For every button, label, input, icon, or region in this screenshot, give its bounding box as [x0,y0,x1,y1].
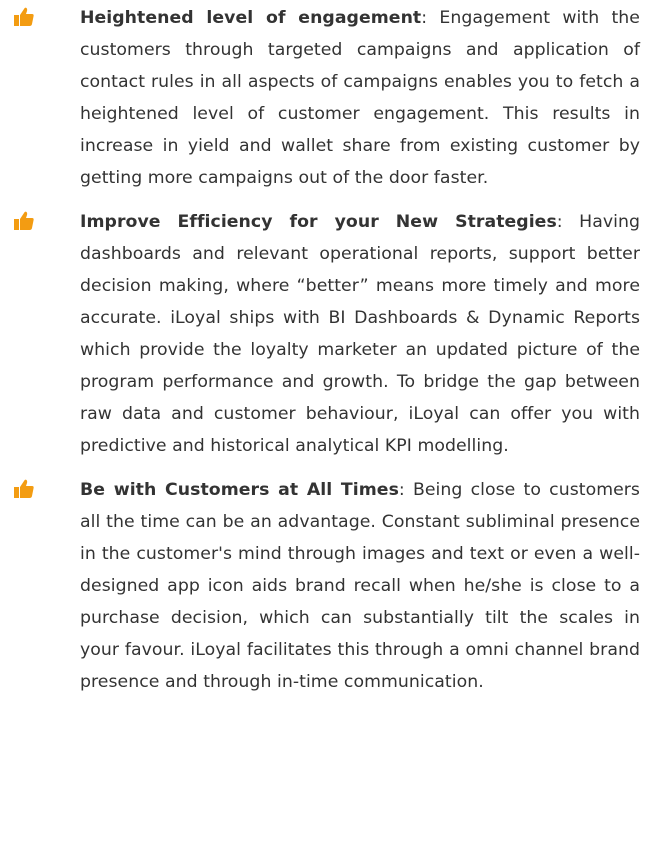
benefits-list: Heightened level of engagement: Engageme… [0,0,654,856]
item-title: Heightened level of engagement [80,8,422,28]
list-item: Heightened level of engagement: Engageme… [0,2,654,194]
item-body: : Engagement with the customers through … [80,8,640,188]
list-item: Improve Efficiency for your New Strategi… [0,206,654,462]
item-title: Be with Customers at All Times [80,480,399,500]
icon-cell [0,206,80,232]
item-body: : Being close to customers all the time … [80,480,640,692]
item-text: Improve Efficiency for your New Strategi… [80,206,640,462]
item-body: : Having dashboards and relevant operati… [80,212,640,456]
icon-cell [0,474,80,500]
item-text: Heightened level of engagement: Engageme… [80,2,640,194]
thumbs-up-icon [14,479,34,498]
icon-cell [0,2,80,28]
list-item: Be with Customers at All Times: Being cl… [0,474,654,698]
item-title: Improve Efficiency for your New Strategi… [80,212,557,232]
thumbs-up-icon [14,7,34,27]
thumbs-up-icon [14,211,34,230]
item-text: Be with Customers at All Times: Being cl… [80,474,640,698]
